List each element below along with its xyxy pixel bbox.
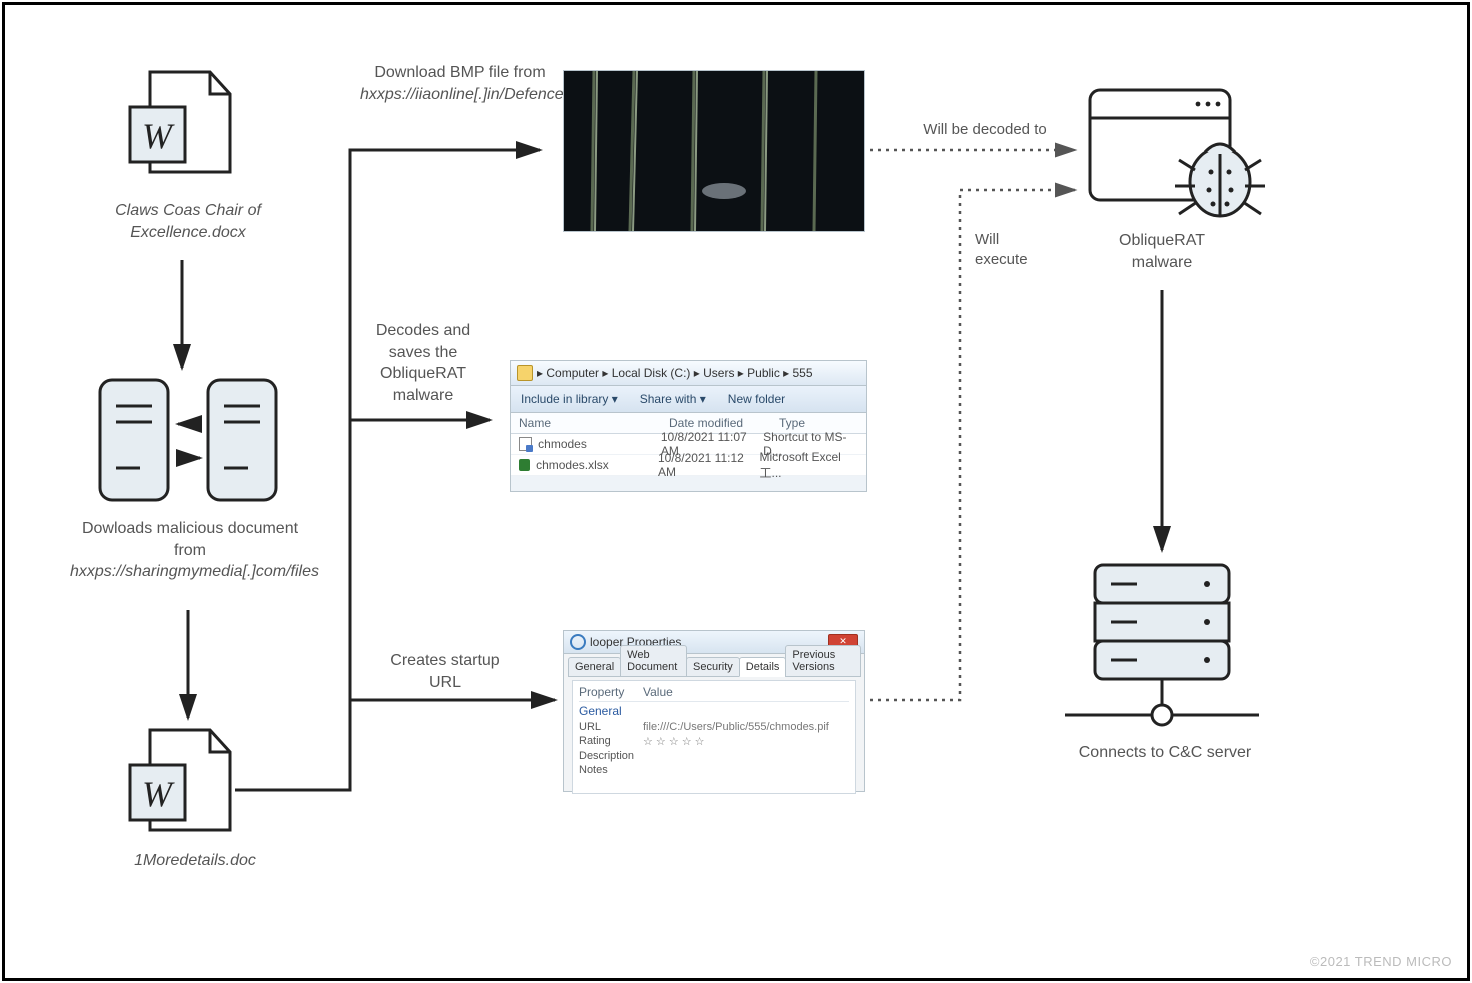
props-hdr-prop: Property xyxy=(579,685,643,699)
doc2-label: 1Moredetails.doc xyxy=(115,850,275,872)
download-mal-label: Dowloads malicious document from hxxps:/… xyxy=(70,518,310,583)
bmp-label-line1: Download BMP file from xyxy=(374,64,545,81)
word-docx-icon: W xyxy=(130,72,230,172)
tab-previous-versions[interactable]: Previous Versions xyxy=(785,645,861,677)
docx-label: Claws Coas Chair of Excellence.docx xyxy=(108,200,268,243)
svg-text:W: W xyxy=(142,774,175,814)
explorer-toolbar: Include in library ▾ Share with ▾ New fo… xyxy=(511,386,866,413)
explorer-rows: chmodes10/8/2021 11:07 AMShortcut to MS-… xyxy=(511,434,866,476)
props-tabs: GeneralWeb DocumentSecurityDetailsPrevio… xyxy=(564,654,864,676)
props-rows: URLfile:///C:/Users/Public/555/chmodes.p… xyxy=(579,720,849,777)
arrow-branch-bmp xyxy=(235,150,540,790)
props-row: Description xyxy=(579,749,849,763)
col-name[interactable]: Name xyxy=(519,416,669,430)
execute-label: Will execute xyxy=(975,230,1055,271)
globe-icon xyxy=(570,634,586,650)
table-row[interactable]: chmodes.xlsx10/8/2021 11:12 AMMicrosoft … xyxy=(511,455,866,476)
tab-web-document[interactable]: Web Document xyxy=(620,645,687,677)
props-row: Notes xyxy=(579,763,849,777)
col-date[interactable]: Date modified xyxy=(669,416,779,430)
download-mal-url: hxxps://sharingmymedia[.]com/files xyxy=(70,563,319,580)
decode-label: Decodes and saves the ObliqueRAT malware xyxy=(358,320,488,406)
props-row: Rating☆ ☆ ☆ ☆ ☆ xyxy=(579,734,849,749)
tab-general[interactable]: General xyxy=(568,657,621,677)
svg-text:W: W xyxy=(142,116,175,156)
c2-server-icon xyxy=(1065,565,1259,725)
explorer-window: ▸ Computer ▸ Local Disk (C:) ▸ Users ▸ P… xyxy=(510,360,867,492)
properties-window: looper Properties ✕ GeneralWeb DocumentS… xyxy=(563,630,865,792)
bmp-label: Download BMP file from hxxps://iiaonline… xyxy=(360,62,560,105)
toolbar-include[interactable]: Include in library ▾ xyxy=(521,392,618,406)
tab-details[interactable]: Details xyxy=(739,657,787,677)
props-body: Property Value General URLfile:///C:/Use… xyxy=(572,680,856,794)
props-section: General xyxy=(579,702,849,720)
breadcrumb-path: ▸ Computer ▸ Local Disk (C:) ▸ Users ▸ P… xyxy=(537,366,813,380)
explorer-breadcrumb: ▸ Computer ▸ Local Disk (C:) ▸ Users ▸ P… xyxy=(511,361,866,386)
props-row: URLfile:///C:/Users/Public/555/chmodes.p… xyxy=(579,720,849,734)
rat-label: ObliqueRAT malware xyxy=(1102,230,1222,273)
decoded-label: Will be decoded to xyxy=(910,120,1060,140)
word-doc2-icon: W xyxy=(130,730,230,830)
toolbar-newfolder[interactable]: New folder xyxy=(728,392,785,406)
toolbar-share[interactable]: Share with ▾ xyxy=(640,392,706,406)
folder-icon xyxy=(517,365,533,381)
tab-security[interactable]: Security xyxy=(686,657,740,677)
c2-label: Connects to C&C server xyxy=(1060,742,1270,764)
bmp-image xyxy=(563,70,865,232)
props-headers: Property Value xyxy=(579,685,849,702)
download-mal-text: Dowloads malicious document from xyxy=(82,520,298,559)
servers-icon xyxy=(100,380,276,500)
col-type[interactable]: Type xyxy=(779,416,805,430)
startup-label: Creates startup URL xyxy=(380,650,510,693)
credit: ©2021 TREND MICRO xyxy=(1310,954,1452,969)
props-hdr-val: Value xyxy=(643,685,673,699)
